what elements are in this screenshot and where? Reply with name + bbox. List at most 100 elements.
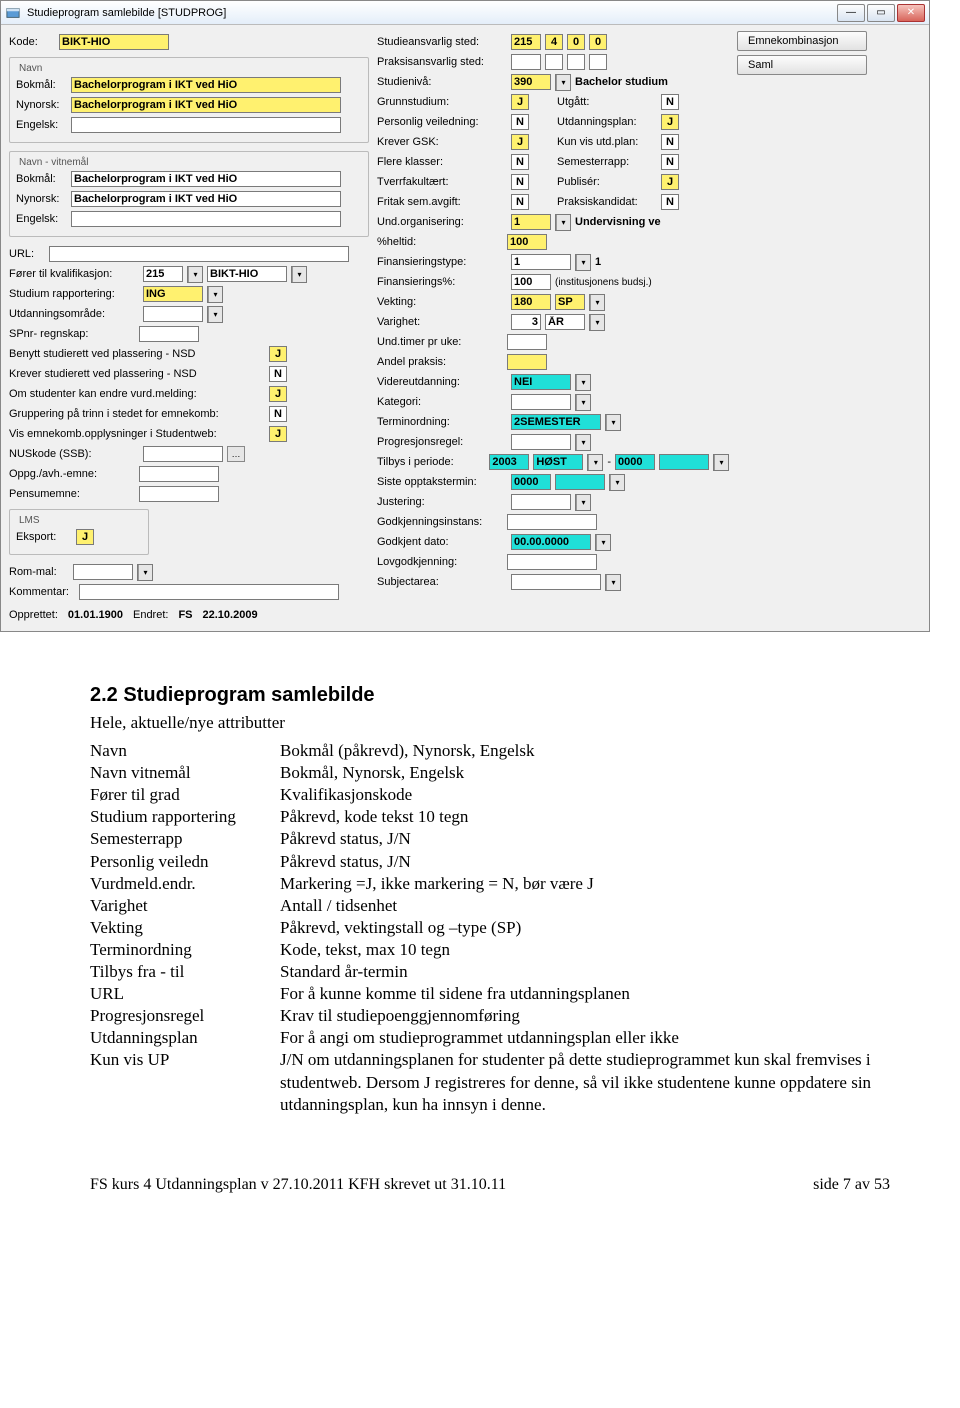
praksis-1[interactable] [511,54,541,70]
varighet-select[interactable]: ▾ [589,314,605,331]
minimize-button[interactable]: — [837,4,865,22]
siste-input[interactable] [511,474,551,490]
engelsk-input[interactable] [71,117,341,133]
pers-input[interactable] [511,114,529,130]
tilbys-from-year[interactable] [489,454,529,470]
stud-rapp-input[interactable] [143,286,203,302]
krever-input[interactable] [269,366,287,382]
studieansvarlig-3[interactable] [567,34,585,50]
nuskode-browse-button[interactable]: … [227,446,245,462]
subj-input[interactable] [511,574,601,590]
progresjon-select[interactable]: ▾ [575,434,591,451]
url-input[interactable] [49,246,349,262]
forer-code-input[interactable] [143,266,183,282]
studieansvarlig-4[interactable] [589,34,607,50]
tilbys-from-term-select[interactable]: ▾ [587,454,603,471]
studieansvarlig-1[interactable] [511,34,541,50]
finanstype-select[interactable]: ▾ [575,254,591,271]
undtimer-input[interactable] [507,334,547,350]
v-bokmal-input[interactable] [71,171,341,187]
vekting-unit[interactable] [555,294,585,310]
undorg-input[interactable] [511,214,551,230]
praksis-4[interactable] [589,54,607,70]
lov-input[interactable] [507,554,597,570]
praksisk-input[interactable] [661,194,679,210]
tverr-input[interactable] [511,174,529,190]
saml-button[interactable]: Saml [737,55,867,75]
just-select[interactable]: ▾ [575,494,591,511]
heltid-input[interactable] [507,234,547,250]
progresjon-input[interactable] [511,434,571,450]
siste-term[interactable] [555,474,605,490]
siste-select[interactable]: ▾ [609,474,625,491]
terminord-input[interactable] [511,414,601,430]
godkjdato-select[interactable]: ▾ [595,534,611,551]
godkj-input[interactable] [507,514,597,530]
maximize-button[interactable]: ▭ [867,4,895,22]
finpct-input[interactable] [511,274,551,290]
nuskode-input[interactable] [143,446,223,462]
publiser-input[interactable] [661,174,679,190]
semrapp-input[interactable] [661,154,679,170]
kunvis-input[interactable] [661,134,679,150]
studieniva-select[interactable]: ▾ [555,74,571,91]
tilbys-to-term[interactable] [659,454,709,470]
andel-input[interactable] [507,354,547,370]
vekting-select[interactable]: ▾ [589,294,605,311]
benytt-input[interactable] [269,346,287,362]
undorg-select[interactable]: ▾ [555,214,571,231]
kategori-select[interactable]: ▾ [575,394,591,411]
forer-name-input[interactable] [207,266,287,282]
utdplan-input[interactable] [661,114,679,130]
forer-name-select[interactable]: ▾ [291,266,307,283]
varighet-unit[interactable] [545,314,585,330]
praksis-3[interactable] [567,54,585,70]
stud-rapp-select[interactable]: ▾ [207,286,223,303]
utd-omrade-label: Utdanningsområde: [9,308,139,320]
nynorsk-input[interactable] [71,97,341,113]
subj-label: Subjectarea: [377,576,507,588]
videre-input[interactable] [511,374,571,390]
just-input[interactable] [511,494,571,510]
grunn-input[interactable] [511,94,529,110]
attr-key: Tilbys fra - til [90,961,280,983]
subj-select[interactable]: ▾ [605,574,621,591]
kode-input[interactable] [59,34,169,50]
rommal-input[interactable] [73,564,133,580]
rommal-select[interactable]: ▾ [137,564,153,581]
kategori-input[interactable] [511,394,571,410]
forer-code-select[interactable]: ▾ [187,266,203,283]
oppgav-input[interactable] [139,466,219,482]
tilbys-to-year[interactable] [615,454,655,470]
emnekombinasjon-button[interactable]: Emnekombinasjon [737,31,867,51]
utd-omrade-select[interactable]: ▾ [207,306,223,323]
praksis-2[interactable] [545,54,563,70]
spnr-input[interactable] [139,326,199,342]
finanstype-input[interactable] [511,254,571,270]
v-nynorsk-input[interactable] [71,191,341,207]
close-button[interactable]: ✕ [897,4,925,22]
studieniva-input[interactable] [511,74,551,90]
eksport-input[interactable] [76,529,94,545]
kommentar-input[interactable] [79,584,339,600]
fritak-input[interactable] [511,194,529,210]
gsk-input[interactable] [511,134,529,150]
visemne-input[interactable] [269,426,287,442]
godkjdato-input[interactable] [511,534,591,550]
tilbys-to-term-select[interactable]: ▾ [713,454,729,471]
attr-value: Bokmål (påkrevd), Nynorsk, Engelsk [280,740,900,762]
varighet-input[interactable] [511,314,541,330]
vekting-input[interactable] [511,294,551,310]
studieansvarlig-2[interactable] [545,34,563,50]
utd-omrade-input[interactable] [143,306,203,322]
terminord-select[interactable]: ▾ [605,414,621,431]
omstud-input[interactable] [269,386,287,402]
grupp-input[interactable] [269,406,287,422]
videre-select[interactable]: ▾ [575,374,591,391]
utgatt-input[interactable] [661,94,679,110]
v-engelsk-input[interactable] [71,211,341,227]
pensum-input[interactable] [139,486,219,502]
klasser-input[interactable] [511,154,529,170]
bokmal-input[interactable] [71,77,341,93]
tilbys-from-term[interactable] [533,454,583,470]
